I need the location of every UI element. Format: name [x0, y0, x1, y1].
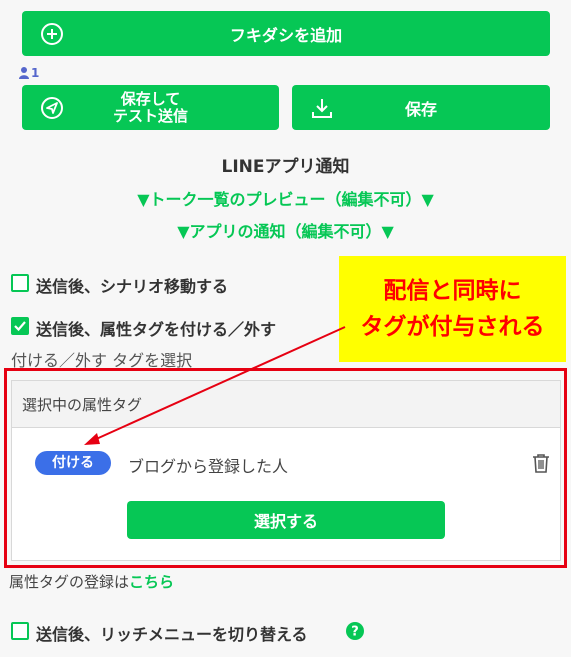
select-tag-label: 選択する — [253, 512, 318, 531]
select-tag-button[interactable]: 選択する — [127, 501, 445, 539]
user-count: 1 — [19, 66, 39, 80]
tag-toggle-checkbox[interactable] — [11, 317, 29, 335]
scenario-move-label[interactable]: 送信後、シナリオ移動する — [36, 273, 228, 297]
save-and-test-label-2: テスト送信 — [112, 106, 188, 125]
save-button[interactable]: 保存 — [292, 85, 550, 130]
selected-tags-panel: 選択中の属性タグ 付ける ブログから登録した人 選択する — [11, 380, 561, 561]
trash-icon[interactable] — [532, 453, 550, 473]
tag-register-line: 属性タグの登録はこちら — [9, 571, 174, 592]
scenario-move-checkbox[interactable] — [11, 274, 29, 292]
rich-menu-checkbox[interactable] — [11, 622, 29, 640]
save-and-test-button[interactable]: 保存して テスト送信 — [22, 85, 279, 130]
checkmark-icon — [14, 321, 26, 332]
app-notification-toggle[interactable]: ▼アプリの通知（編集不可）▼ — [0, 218, 571, 242]
save-and-test-label-1: 保存して — [120, 89, 181, 108]
annotation-line-1: 配信と同時に — [383, 278, 522, 304]
save-label: 保存 — [404, 99, 437, 119]
selected-tags-header-text: 選択中の属性タグ — [22, 396, 143, 414]
annotation-box: 配信と同時に タグが付与される — [339, 256, 566, 362]
tag-name: ブログから登録した人 — [128, 457, 289, 476]
talk-preview-toggle[interactable]: ▼トーク一覧のプレビュー（編集不可）▼ — [0, 186, 571, 210]
annotation-line-2: タグが付与される — [360, 314, 545, 340]
download-icon — [312, 98, 332, 118]
add-bubble-button[interactable]: フキダシを追加 — [22, 11, 550, 56]
tag-toggle-label[interactable]: 送信後、属性タグを付ける／外す — [36, 316, 276, 340]
notification-title: LINEアプリ通知 — [221, 157, 350, 177]
tag-register-prefix: 属性タグの登録は — [9, 573, 130, 591]
selected-tags-header: 選択中の属性タグ — [12, 381, 560, 428]
help-icon[interactable]: ? — [346, 622, 364, 640]
tag-register-link[interactable]: こちら — [129, 573, 174, 591]
add-bubble-label: フキダシを追加 — [229, 25, 343, 45]
rich-menu-label[interactable]: 送信後、リッチメニューを切り替える — [36, 621, 308, 645]
user-icon — [19, 67, 29, 79]
plus-circle-icon — [41, 22, 63, 45]
send-icon — [41, 96, 63, 119]
svg-text:?: ? — [351, 625, 359, 640]
tag-badge-attach[interactable]: 付ける — [35, 451, 111, 475]
user-count-value: 1 — [31, 66, 40, 80]
